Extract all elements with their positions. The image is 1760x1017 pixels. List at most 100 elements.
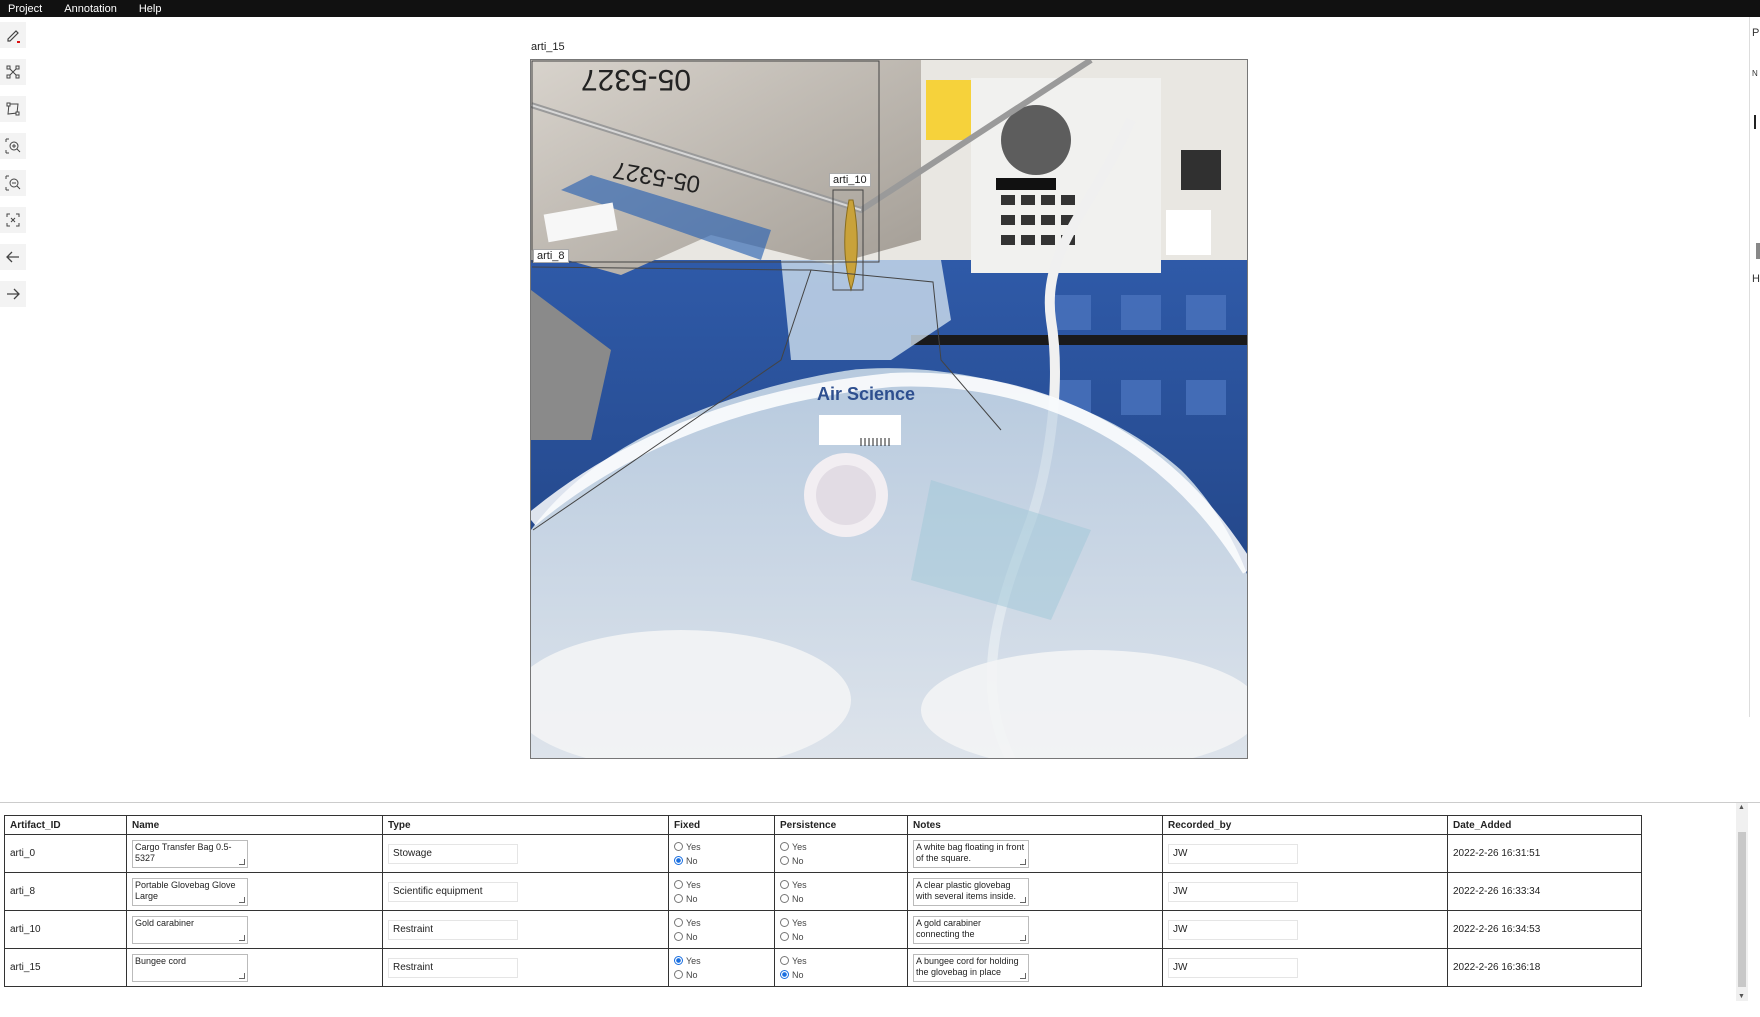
option-label: No xyxy=(686,931,698,942)
fixed-no-option[interactable]: No xyxy=(674,892,769,906)
menu-bar: Project Annotation Help xyxy=(0,0,1760,17)
recorded-by-input[interactable]: JW xyxy=(1168,919,1298,940)
radio-button-selected[interactable] xyxy=(674,956,683,965)
recorded-by-input[interactable]: JW xyxy=(1168,881,1298,902)
artifact-id-cell: arti_15 xyxy=(4,948,127,987)
radio-button[interactable] xyxy=(674,918,683,927)
menu-project[interactable]: Project xyxy=(8,3,42,15)
fixed-yes-option[interactable]: Yes xyxy=(674,878,769,892)
type-input[interactable]: Scientific equipment xyxy=(388,881,518,902)
option-label: No xyxy=(792,855,804,866)
region-label-arti-8[interactable]: arti_8 xyxy=(533,249,569,263)
option-label: No xyxy=(686,969,698,980)
artifact-id-cell: arti_8 xyxy=(4,872,127,911)
col-recorded-by: Recorded_by xyxy=(1162,815,1448,835)
name-textarea[interactable]: Portable Glovebag Glove Large xyxy=(132,877,248,906)
table-row[interactable]: arti_8 Portable Glovebag Glove Large Sci… xyxy=(4,872,1642,911)
iss-photo: 05-5327 05-5327 Air Science xyxy=(531,60,1247,758)
scrollbar-thumb[interactable] xyxy=(1738,832,1746,987)
radio-button[interactable] xyxy=(780,894,789,903)
option-label: Yes xyxy=(792,917,807,928)
scroll-up-arrow-icon[interactable]: ▲ xyxy=(1738,804,1745,811)
table-row[interactable]: arti_15 Bungee cord Restraint Yes No Yes… xyxy=(4,948,1642,987)
type-input[interactable]: Restraint xyxy=(388,957,518,978)
radio-button-selected[interactable] xyxy=(674,856,683,865)
radio-button[interactable] xyxy=(780,918,789,927)
fixed-no-option[interactable]: No xyxy=(674,854,769,868)
option-label: Yes xyxy=(686,955,701,966)
type-input[interactable]: Stowage xyxy=(388,843,518,864)
radio-button[interactable] xyxy=(780,842,789,851)
option-label: No xyxy=(792,893,804,904)
region-attribute-editor: Artifact_ID Name Type Fixed Persistence … xyxy=(0,802,1760,1002)
fixed-yes-option[interactable]: Yes xyxy=(674,954,769,968)
fixed-no-option[interactable]: No xyxy=(674,968,769,982)
tool-palette xyxy=(0,22,28,318)
persistence-yes-option[interactable]: Yes xyxy=(780,916,902,930)
radio-button[interactable] xyxy=(780,932,789,941)
col-notes: Notes xyxy=(907,815,1163,835)
notes-textarea[interactable]: A clear plastic glovebag with several it… xyxy=(913,877,1029,906)
polygon-edit-button[interactable] xyxy=(0,96,26,122)
radio-button[interactable] xyxy=(780,856,789,865)
previous-image-button[interactable] xyxy=(0,244,26,270)
name-textarea[interactable]: Cargo Transfer Bag 0.5-5327 xyxy=(132,839,248,868)
notes-textarea[interactable]: A white bag floating in front of the squ… xyxy=(913,839,1029,868)
menu-annotation[interactable]: Annotation xyxy=(64,3,117,15)
type-input[interactable]: Restraint xyxy=(388,919,518,940)
draw-region-button[interactable] xyxy=(0,22,26,48)
persistence-yes-option[interactable]: Yes xyxy=(780,878,902,892)
col-type: Type xyxy=(382,815,669,835)
scroll-down-arrow-icon[interactable]: ▼ xyxy=(1738,993,1745,1000)
radio-button[interactable] xyxy=(674,880,683,889)
persistence-no-option[interactable]: No xyxy=(780,930,902,944)
panel-label-stub: N xyxy=(1752,69,1758,78)
persistence-yes-option[interactable]: Yes xyxy=(780,954,902,968)
next-image-button[interactable] xyxy=(0,281,26,307)
menu-help[interactable]: Help xyxy=(139,3,162,15)
radio-button[interactable] xyxy=(674,970,683,979)
date-added-cell: 2022-2-26 16:36:18 xyxy=(1447,948,1642,987)
annotation-canvas[interactable]: 05-5327 05-5327 Air Science arti_10 arti… xyxy=(530,59,1248,759)
region-label-arti-15[interactable]: arti_15 xyxy=(531,41,565,53)
option-label: No xyxy=(686,893,698,904)
notes-textarea[interactable]: A gold carabiner connecting the xyxy=(913,915,1029,944)
table-row[interactable]: arti_10 Gold carabiner Restraint Yes No … xyxy=(4,910,1642,949)
panel-scroll-stub[interactable] xyxy=(1756,243,1760,259)
zoom-in-button[interactable] xyxy=(0,133,26,159)
fixed-yes-option[interactable]: Yes xyxy=(674,916,769,930)
table-scrollbar[interactable]: ▲ ▼ xyxy=(1736,803,1748,1001)
date-added-cell: 2022-2-26 16:31:51 xyxy=(1447,834,1642,873)
attribute-table: Artifact_ID Name Type Fixed Persistence … xyxy=(4,815,1642,987)
panel-heading-stub: P xyxy=(1752,27,1760,39)
connect-regions-icon xyxy=(6,65,20,79)
persistence-no-option[interactable]: No xyxy=(780,854,902,868)
fixed-yes-option[interactable]: Yes xyxy=(674,840,769,854)
connect-regions-button[interactable] xyxy=(0,59,26,85)
notes-textarea[interactable]: A bungee cord for holding the glovebag i… xyxy=(913,953,1029,982)
fit-view-button[interactable] xyxy=(0,207,26,233)
panel-section-stub: H xyxy=(1752,273,1760,285)
radio-button[interactable] xyxy=(780,956,789,965)
fixed-no-option[interactable]: No xyxy=(674,930,769,944)
recorded-by-input[interactable]: JW xyxy=(1168,843,1298,864)
right-side-panel: P N H xyxy=(1749,17,1760,717)
radio-button[interactable] xyxy=(780,880,789,889)
radio-button[interactable] xyxy=(674,842,683,851)
zoom-out-button[interactable] xyxy=(0,170,26,196)
table-row[interactable]: arti_0 Cargo Transfer Bag 0.5-5327 Stowa… xyxy=(4,834,1642,873)
pencil-icon xyxy=(7,30,20,43)
col-persistence: Persistence xyxy=(774,815,908,835)
persistence-yes-option[interactable]: Yes xyxy=(780,840,902,854)
option-label: No xyxy=(686,855,698,866)
persistence-no-option[interactable]: No xyxy=(780,968,902,982)
name-textarea[interactable]: Gold carabiner xyxy=(132,915,248,944)
recorded-by-input[interactable]: JW xyxy=(1168,957,1298,978)
date-added-cell: 2022-2-26 16:34:53 xyxy=(1447,910,1642,949)
persistence-no-option[interactable]: No xyxy=(780,892,902,906)
radio-button-selected[interactable] xyxy=(780,970,789,979)
region-label-arti-10[interactable]: arti_10 xyxy=(829,173,871,187)
radio-button[interactable] xyxy=(674,932,683,941)
radio-button[interactable] xyxy=(674,894,683,903)
name-textarea[interactable]: Bungee cord xyxy=(132,953,248,982)
